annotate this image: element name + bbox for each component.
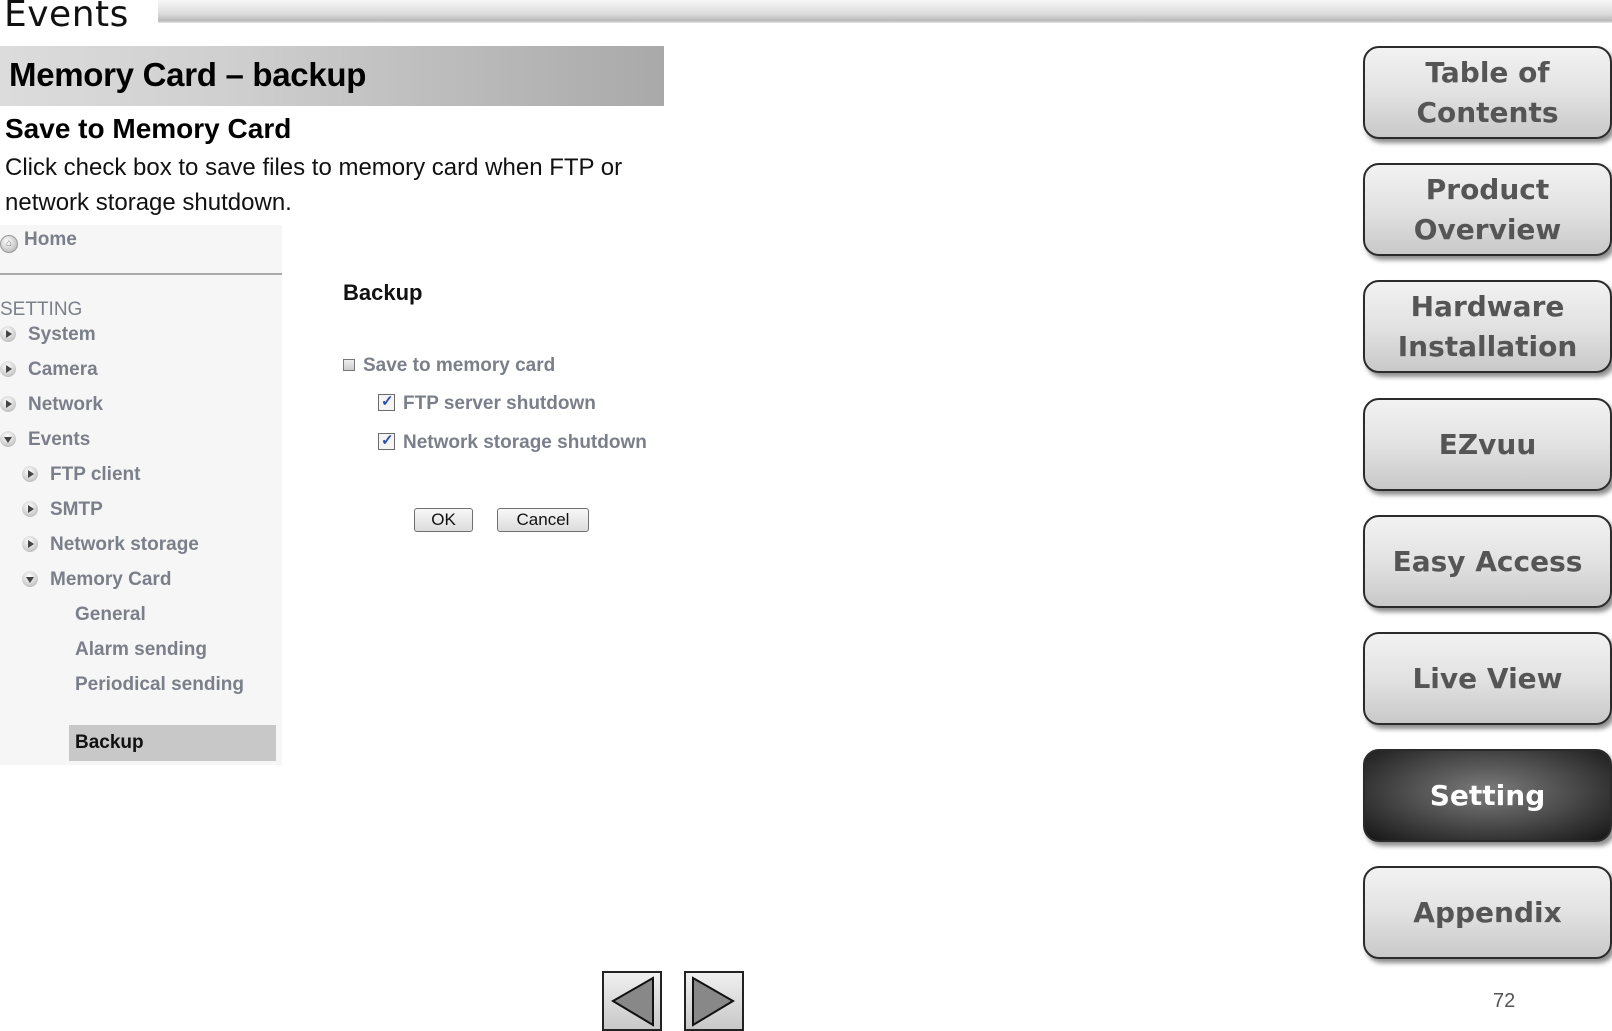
heading-bar: Memory Card – backup	[0, 46, 664, 106]
section-title: Events	[4, 0, 129, 35]
chevron-down-icon	[0, 431, 16, 447]
nav-item-alarm-sending[interactable]: Alarm sending	[75, 637, 207, 663]
network-storage-shutdown-option[interactable]: Network storage shutdown	[378, 431, 647, 454]
description-text: Click check box to save files to memory …	[5, 154, 623, 216]
nav-setting[interactable]: Setting	[1363, 749, 1612, 842]
cancel-button[interactable]: Cancel	[497, 508, 589, 532]
save-to-memory-card-option[interactable]: Save to memory card	[343, 355, 555, 377]
page-number: 72	[1493, 990, 1516, 1012]
nav-item-system[interactable]: System	[0, 322, 96, 348]
nav-table-of-contents[interactable]: Table of Contents	[1363, 46, 1612, 139]
nav-item-network[interactable]: Network	[0, 392, 103, 418]
nav-hardware-installation[interactable]: Hardware Installation	[1363, 280, 1612, 373]
nav-item-general[interactable]: General	[75, 602, 146, 628]
next-page-button[interactable]	[684, 971, 744, 1031]
chevron-down-icon	[22, 571, 38, 587]
chevron-right-icon	[0, 361, 16, 377]
nav-ezvuu[interactable]: EZvuu	[1363, 398, 1612, 491]
network-storage-shutdown-checkbox[interactable]	[378, 431, 395, 450]
ok-button[interactable]: OK	[414, 508, 473, 532]
ftp-server-shutdown-option[interactable]: FTP server shutdown	[378, 392, 596, 415]
backup-form-title: Backup	[343, 280, 423, 305]
ftp-server-shutdown-checkbox[interactable]	[378, 392, 395, 411]
chevron-right-icon	[22, 501, 38, 517]
nav-item-camera[interactable]: Camera	[0, 357, 98, 383]
triangle-left-icon	[611, 976, 654, 1027]
nav-item-memory-card[interactable]: Memory Card	[22, 567, 171, 593]
nav-appendix[interactable]: Appendix	[1363, 866, 1612, 959]
save-to-memory-card-checkbox[interactable]	[343, 359, 355, 371]
nav-product-overview[interactable]: Product Overview	[1363, 163, 1612, 256]
sub-heading: Save to Memory Card	[5, 113, 292, 144]
nav-setting-label: SETTING	[0, 299, 83, 320]
nav-easy-access[interactable]: Easy Access	[1363, 515, 1612, 608]
nav-item-backup[interactable]: Backup	[69, 725, 276, 761]
previous-page-button[interactable]	[602, 971, 662, 1031]
nav-divider	[0, 273, 282, 275]
chevron-right-icon	[22, 536, 38, 552]
triangle-right-icon	[692, 976, 735, 1027]
nav-home-link[interactable]: ⌂ Home	[0, 229, 77, 253]
page-heading: Memory Card – backup	[9, 56, 367, 93]
settings-nav-panel: ⌂ Home SETTING System Camera Network Even…	[0, 225, 282, 765]
nav-item-network-storage[interactable]: Network storage	[22, 532, 199, 558]
nav-item-ftp-client[interactable]: FTP client	[22, 462, 140, 488]
chevron-right-icon	[22, 466, 38, 482]
nav-item-events[interactable]: Events	[0, 427, 90, 453]
nav-item-periodical-sending[interactable]: Periodical sending	[75, 672, 244, 698]
header-rule	[158, 0, 1612, 23]
nav-live-view[interactable]: Live View	[1363, 632, 1612, 725]
chevron-right-icon	[0, 326, 16, 342]
nav-item-smtp[interactable]: SMTP	[22, 497, 103, 523]
chevron-right-icon	[0, 396, 16, 412]
nav-home-label: Home	[24, 229, 77, 250]
home-icon: ⌂	[0, 235, 18, 253]
